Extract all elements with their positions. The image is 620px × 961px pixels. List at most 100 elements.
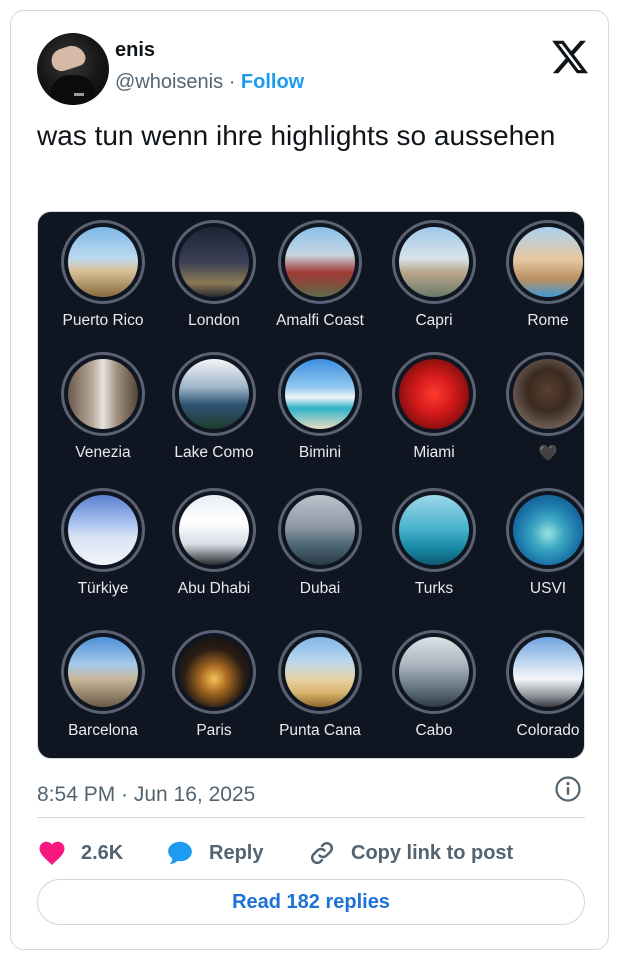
highlight-item[interactable]: Capri: [379, 220, 489, 330]
highlight-item[interactable]: Bimini: [265, 352, 375, 462]
highlight-label: Colorado: [516, 722, 580, 739]
highlight-ring: [506, 630, 584, 714]
highlight-item[interactable]: Barcelona: [48, 630, 158, 740]
highlight-item[interactable]: Venezia: [48, 352, 158, 462]
highlight-ring: [506, 220, 584, 304]
copy-link-label: Copy link to post: [351, 841, 514, 864]
copy-link-button[interactable]: Copy link to post: [307, 833, 513, 873]
heart-icon: [39, 841, 65, 865]
highlight-item[interactable]: Paris: [159, 630, 269, 740]
highlight-ring: [506, 488, 584, 572]
highlight-label: Rome: [527, 312, 569, 329]
highlight-label: London: [188, 312, 240, 329]
colosseum-thumbnail: [513, 227, 583, 297]
highlight-label: Turks: [414, 580, 454, 597]
highlight-ring: [506, 352, 584, 436]
reply-button[interactable]: Reply: [165, 833, 263, 873]
highlight-label: Bimini: [298, 444, 342, 461]
highlight-item[interactable]: Dubai: [265, 488, 375, 598]
highlight-ring: [61, 352, 145, 436]
highlight-label: Lake Como: [174, 444, 254, 461]
highlight-item[interactable]: Amalfi Coast: [265, 220, 375, 330]
big-ben-thumbnail: [179, 227, 249, 297]
highlight-label: Amalfi Coast: [276, 312, 364, 329]
divider: [37, 817, 585, 818]
avatar-shirt-print: [74, 93, 84, 96]
tweet-text: was tun wenn ihre highlights so aussehen: [37, 120, 556, 151]
info-icon[interactable]: [554, 775, 582, 803]
coconut-beach-thumbnail: [285, 637, 355, 707]
highlight-label: USVI: [529, 580, 567, 597]
handle-separator: ·: [228, 71, 236, 93]
link-icon: [310, 841, 334, 865]
highlight-label: Punta Cana: [279, 722, 361, 739]
mosque-thumbnail: [179, 495, 249, 565]
highlights-image[interactable]: Puerto Rico London Amalfi Coast Capri Rome Ve…: [37, 211, 585, 759]
avatar-shirt: [51, 75, 95, 105]
highlight-label: Paris: [196, 722, 232, 739]
highlight-label: Miami: [413, 444, 455, 461]
highlight-item[interactable]: Punta Cana: [265, 630, 375, 740]
reply-label: Reply: [209, 841, 264, 864]
highlight-item[interactable]: Türkiye: [48, 488, 158, 598]
tropical-beach-thumbnail: [285, 359, 355, 429]
highlight-ring: [172, 220, 256, 304]
highlight-label: Abu Dhabi: [177, 580, 251, 597]
eiffel-tower-night-thumbnail: [179, 637, 249, 707]
author-name[interactable]: enis: [115, 39, 155, 62]
highlight-ring: [61, 488, 145, 572]
hot-air-balloon-thumbnail: [68, 495, 138, 565]
snowy-mountain-thumbnail: [513, 637, 583, 707]
highlight-ring: [172, 630, 256, 714]
highlight-ring: [278, 352, 362, 436]
lake-view-thumbnail: [179, 359, 249, 429]
highlight-item[interactable]: London: [159, 220, 269, 330]
island-aerial-thumbnail: [513, 495, 583, 565]
highlight-ring: [172, 488, 256, 572]
amalfi-coast-thumbnail: [285, 227, 355, 297]
avatar[interactable]: [37, 33, 109, 105]
city-skyline-thumbnail: [68, 637, 138, 707]
author-handle[interactable]: @whoisenis: [115, 71, 223, 93]
highlight-ring: [172, 352, 256, 436]
highlight-ring: [278, 630, 362, 714]
highlight-item[interactable]: Abu Dhabi: [159, 488, 269, 598]
highlight-label: Dubai: [299, 580, 341, 597]
capri-terrace-thumbnail: [399, 227, 469, 297]
highlight-ring: [392, 352, 476, 436]
highlight-item[interactable]: 🖤: [493, 352, 584, 463]
like-count: 2.6K: [81, 841, 124, 864]
tweet-timestamp[interactable]: 8:54 PM · Jun 16, 2025: [37, 783, 255, 807]
highlight-item[interactable]: USVI: [493, 488, 584, 598]
red-flowers-thumbnail: [399, 359, 469, 429]
x-logo-icon[interactable]: [550, 37, 590, 77]
highlight-label: Puerto Rico: [62, 312, 144, 329]
reply-bubble-icon: [168, 841, 192, 865]
highlight-item[interactable]: Puerto Rico: [48, 220, 158, 330]
highlight-ring: [392, 488, 476, 572]
highlight-item[interactable]: Cabo: [379, 630, 489, 740]
highlight-ring: [392, 630, 476, 714]
highlight-item[interactable]: Turks: [379, 488, 489, 598]
highlight-ring: [278, 488, 362, 572]
highlight-label: Cabo: [415, 722, 453, 739]
follow-button[interactable]: Follow: [241, 71, 304, 93]
highlight-label: Capri: [415, 312, 453, 329]
venice-canal-thumbnail: [68, 359, 138, 429]
highlight-ring: [61, 630, 145, 714]
highlight-ring: [278, 220, 362, 304]
hotel-pool-thumbnail: [399, 637, 469, 707]
tweet-card: enis @whoisenis · Follow was tun wenn ih…: [10, 10, 609, 950]
read-replies-button[interactable]: Read 182 replies: [37, 879, 585, 925]
ocean-swing-thumbnail: [399, 495, 469, 565]
highlight-item[interactable]: Rome: [493, 220, 584, 330]
highlight-label: Barcelona: [68, 722, 138, 739]
highlight-item[interactable]: Colorado: [493, 630, 584, 740]
highlight-ring: [61, 220, 145, 304]
highlight-item[interactable]: Lake Como: [159, 352, 269, 462]
highlight-item[interactable]: Miami: [379, 352, 489, 462]
beach-palm-thumbnail: [68, 227, 138, 297]
highlight-ring: [392, 220, 476, 304]
person-thumbnail: [513, 359, 583, 429]
like-button[interactable]: 2.6K: [37, 833, 123, 873]
